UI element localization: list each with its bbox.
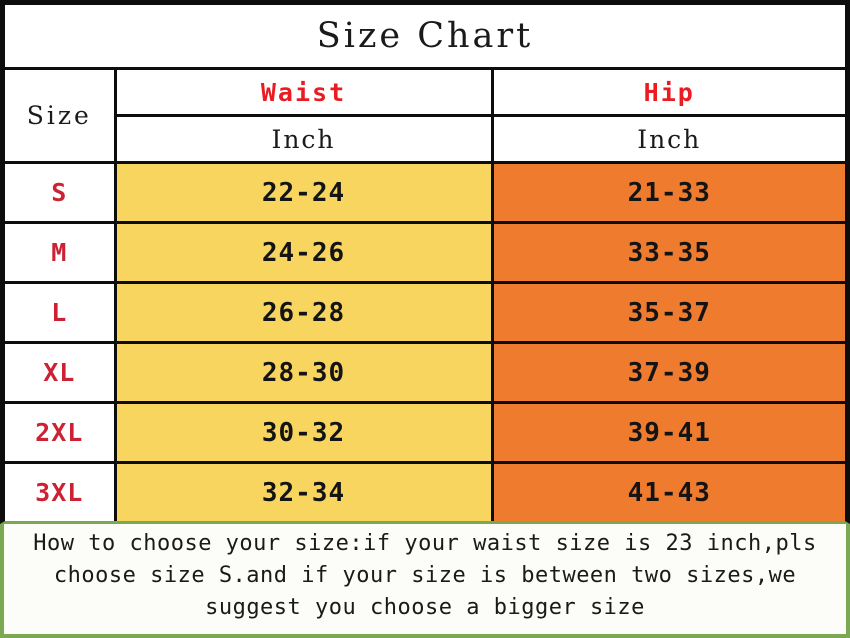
chart-title-cell: Size Chart xyxy=(5,5,846,70)
row-waist-cell: 26-28 xyxy=(113,281,494,344)
hip-column-header-cell: Hip xyxy=(490,67,846,117)
row-waist-cell: 28-30 xyxy=(113,341,494,404)
size-label: XL xyxy=(43,358,76,387)
header-group-row: Size Waist Hip xyxy=(5,67,846,164)
row-waist-cell: 32-34 xyxy=(113,461,494,521)
row-size-cell: 2XL xyxy=(5,401,117,464)
row-waist-cell: 30-32 xyxy=(113,401,494,464)
size-label: M xyxy=(51,238,68,267)
table-row: M 24-26 33-35 xyxy=(5,221,846,284)
header-unit-row: Inch Inch xyxy=(5,114,846,164)
waist-unit-cell: Inch xyxy=(115,114,494,164)
row-waist-cell: 24-26 xyxy=(113,221,494,284)
size-label: 3XL xyxy=(35,478,84,507)
sizing-note-region: How to choose your size:if your waist si… xyxy=(0,524,850,638)
row-size-cell: 3XL xyxy=(5,461,117,521)
row-hip-cell: 41-43 xyxy=(490,461,846,521)
waist-value: 24-26 xyxy=(261,237,346,268)
row-size-cell: M xyxy=(5,221,117,284)
waist-value: 30-32 xyxy=(261,417,346,448)
title-row: Size Chart xyxy=(5,5,846,70)
waist-value: 26-28 xyxy=(261,297,346,328)
table-row: L 26-28 35-37 xyxy=(5,281,846,344)
row-hip-cell: 35-37 xyxy=(490,281,846,344)
size-column-header: Size xyxy=(26,101,92,130)
size-table-region: Size Chart Size Waist Hip Inch Inch S 22… xyxy=(0,0,850,524)
waist-column-header-cell: Waist xyxy=(113,67,494,117)
hip-value: 33-35 xyxy=(627,237,711,268)
hip-unit-cell: Inch xyxy=(490,114,846,164)
row-size-cell: L xyxy=(5,281,117,344)
table-row: 3XL 32-34 41-43 xyxy=(5,461,846,521)
table-row: XL 28-30 37-39 xyxy=(5,341,846,404)
size-label: L xyxy=(51,298,68,327)
size-column-header-cell: Size xyxy=(5,67,117,164)
row-size-cell: XL xyxy=(5,341,117,404)
table-row: 2XL 30-32 39-41 xyxy=(5,401,846,464)
table-row: S 22-24 21-33 xyxy=(5,161,846,224)
hip-column-header: Hip xyxy=(643,77,695,107)
page-title: Size Chart xyxy=(316,16,534,56)
waist-value: 28-30 xyxy=(261,357,346,388)
hip-value: 41-43 xyxy=(627,477,711,508)
waist-value: 22-24 xyxy=(261,177,346,208)
waist-column-header: Waist xyxy=(260,77,347,107)
row-hip-cell: 33-35 xyxy=(490,221,846,284)
size-chart: Size Chart Size Waist Hip Inch Inch S 22… xyxy=(0,0,850,638)
hip-unit-label: Inch xyxy=(637,124,702,154)
waist-unit-label: Inch xyxy=(271,124,336,154)
hip-value: 35-37 xyxy=(627,297,711,328)
row-hip-cell: 21-33 xyxy=(490,161,846,224)
row-waist-cell: 22-24 xyxy=(113,161,494,224)
size-table: Size Chart Size Waist Hip Inch Inch S 22… xyxy=(5,5,846,521)
row-size-cell: S xyxy=(5,161,117,224)
hip-value: 37-39 xyxy=(627,357,711,388)
row-hip-cell: 39-41 xyxy=(490,401,846,464)
hip-value: 39-41 xyxy=(627,417,711,448)
sizing-note: How to choose your size:if your waist si… xyxy=(33,531,817,620)
hip-value: 21-33 xyxy=(627,177,711,208)
size-label: S xyxy=(51,178,68,207)
size-label: 2XL xyxy=(35,418,84,447)
row-hip-cell: 37-39 xyxy=(490,341,846,404)
waist-value: 32-34 xyxy=(261,477,346,508)
